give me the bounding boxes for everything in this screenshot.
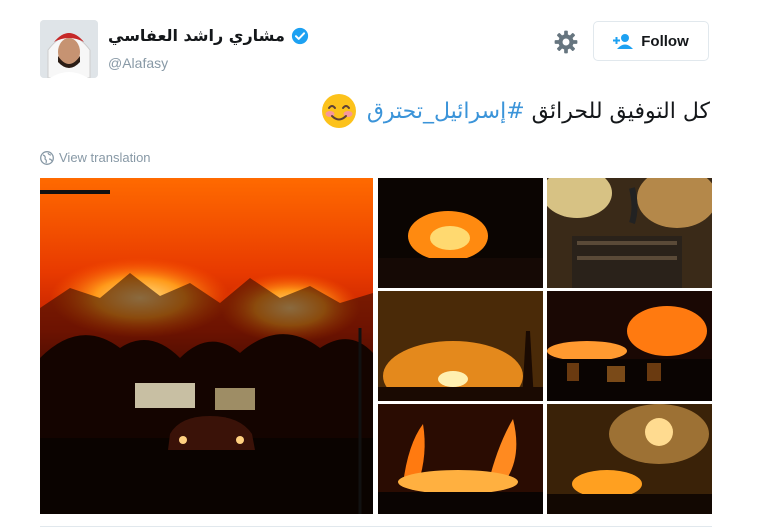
media-image-1[interactable] [40,178,373,514]
follow-label: Follow [641,32,689,50]
view-translation-link[interactable]: View translation [40,150,151,165]
media-image-6[interactable] [378,404,543,514]
view-translation-label: View translation [59,150,151,165]
smiling-face-emoji-icon [321,94,356,128]
display-name[interactable]: مشاري راشد العفاسي [108,26,285,45]
gear-icon[interactable] [553,29,579,55]
divider [40,526,712,527]
media-image-5[interactable] [547,291,712,401]
verified-badge-icon [291,27,308,44]
media-grid [40,178,712,514]
follow-button[interactable]: Follow [593,21,709,61]
tweet-text: كل التوفيق للحرائق #إسرائيل_تحترق [321,93,710,129]
media-image-7[interactable] [547,404,712,514]
tweet-text-plain: كل التوفيق للحرائق [531,98,710,124]
media-image-2[interactable] [378,178,543,288]
media-image-4[interactable] [378,291,543,401]
add-user-icon [613,34,634,49]
media-image-3[interactable] [547,178,712,288]
avatar[interactable] [40,20,98,78]
globe-icon [40,150,54,165]
user-handle[interactable]: @Alafasy [108,55,168,71]
hashtag-link[interactable]: #إسرائيل_تحترق [367,99,525,124]
